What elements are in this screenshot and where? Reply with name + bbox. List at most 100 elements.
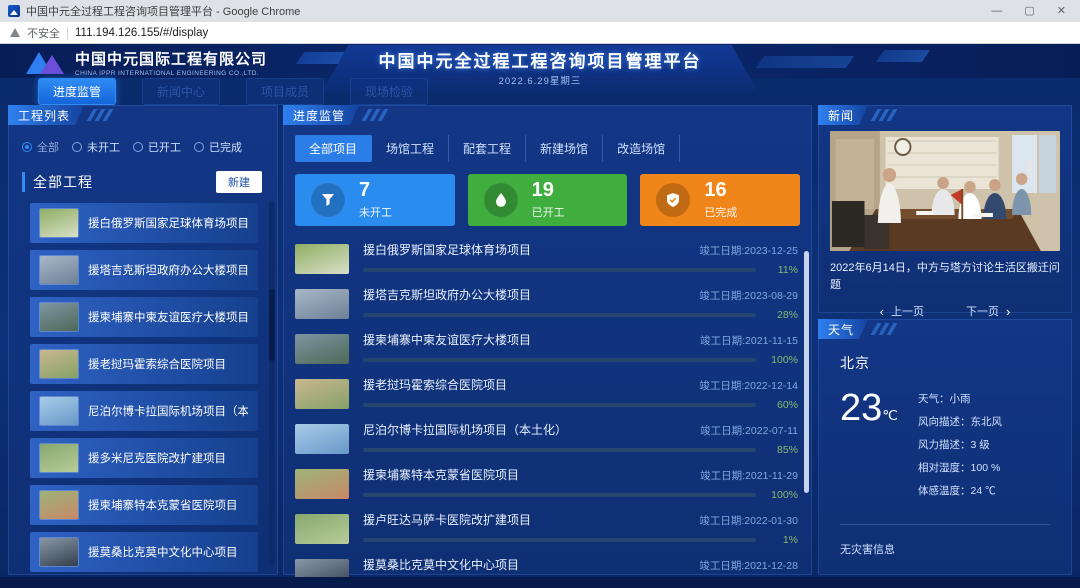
site-favicon-icon bbox=[8, 5, 20, 17]
completion-date: 竣工日期:2021-11-29 bbox=[700, 468, 798, 483]
progress-track bbox=[363, 538, 756, 542]
completion-date: 竣工日期:2022-12-14 bbox=[699, 378, 798, 393]
completion-date: 竣工日期:2022-07-11 bbox=[700, 423, 798, 438]
progress-row[interactable]: 援卢旺达马萨卡医院改扩建项目 竣工日期:2022-01-30 1% bbox=[283, 506, 812, 551]
project-name: 援莫桑比克莫中文化中心项目 bbox=[88, 544, 238, 560]
tab[interactable]: 场馆工程 bbox=[372, 135, 449, 162]
close-icon[interactable]: ✕ bbox=[1057, 0, 1066, 22]
progress-row[interactable]: 援塔吉克斯坦政府办公大楼项目 竣工日期:2023-08-29 28% bbox=[283, 281, 812, 326]
security-label[interactable]: 不安全 bbox=[27, 25, 60, 41]
chevron-left-icon: ‹ bbox=[880, 304, 884, 319]
project-list-scrollbar[interactable] bbox=[269, 201, 275, 565]
nav-button[interactable]: 项目成员 bbox=[246, 78, 324, 105]
tab[interactable]: 改造场馆 bbox=[603, 135, 680, 162]
scrollbar-thumb[interactable] bbox=[269, 289, 275, 361]
disaster-info: 无灾害信息 bbox=[840, 541, 1050, 557]
project-name: 援塔吉克斯坦政府办公大楼项目 bbox=[88, 262, 248, 278]
progress-row[interactable]: 援老挝玛霍索综合医院项目 竣工日期:2022-12-14 60% bbox=[283, 371, 812, 416]
header-decor bbox=[876, 50, 930, 62]
project-list-item[interactable]: 援柬埔寨中柬友谊医疗大楼项目 bbox=[30, 297, 258, 337]
progress-row[interactable]: 援莫桑比克莫中文化中心项目 竣工日期:2021-12-28 97% bbox=[283, 551, 812, 588]
news-prev-button[interactable]: ‹ 上一页 bbox=[880, 303, 924, 319]
stat-label: 未开工 bbox=[359, 204, 392, 220]
stat-card-not-started[interactable]: 7 未开工 bbox=[295, 174, 455, 226]
status-filter-radio[interactable]: 已开工 bbox=[133, 139, 181, 155]
weather-detail-line: 风力描述：3 级 bbox=[918, 437, 1002, 452]
new-project-button[interactable]: 新建 bbox=[216, 171, 262, 193]
status-filter-radio[interactable]: 未开工 bbox=[72, 139, 120, 155]
maximize-icon[interactable]: ▢ bbox=[1024, 0, 1034, 22]
project-name: 援白俄罗斯国家足球体育场项目 bbox=[363, 241, 531, 258]
progress-track bbox=[363, 268, 756, 272]
progress-row[interactable]: 援白俄罗斯国家足球体育场项目 竣工日期:2023-12-25 11% bbox=[283, 236, 812, 281]
browser-urlbar[interactable]: 不安全 111.194.126.155/#/display bbox=[0, 22, 1080, 44]
news-next-button[interactable]: 下一页 › bbox=[966, 303, 1010, 319]
project-thumbnail bbox=[40, 538, 78, 566]
platform-title: 中国中元全过程工程咨询项目管理平台 bbox=[379, 47, 702, 72]
news-prev-label: 上一页 bbox=[891, 303, 924, 319]
progress-track bbox=[363, 403, 756, 407]
stat-card-completed[interactable]: 16 已完成 bbox=[640, 174, 800, 226]
project-thumbnail bbox=[40, 209, 78, 237]
panel-title-tag: 工程列表 bbox=[8, 105, 84, 125]
project-thumbnail bbox=[295, 334, 349, 364]
progress-percent: 28% bbox=[764, 309, 798, 321]
news-photo[interactable] bbox=[830, 131, 1060, 251]
news-next-label: 下一页 bbox=[966, 303, 999, 319]
nav-button[interactable]: 现场检验 bbox=[350, 78, 428, 105]
progress-rows: 援白俄罗斯国家足球体育场项目 竣工日期:2023-12-25 11% bbox=[283, 236, 812, 588]
project-list-item[interactable]: 援莫桑比克莫中文化中心项目 bbox=[30, 532, 258, 572]
project-list: 援白俄罗斯国家足球体育场项目 援塔吉克斯坦政府办公大楼项目 援柬埔寨中柬友谊医疗… bbox=[30, 203, 258, 572]
weather-temperature: 23 bbox=[840, 387, 882, 429]
progress-row[interactable]: 援柬埔寨中柬友谊医疗大楼项目 竣工日期:2021-11-15 100% bbox=[283, 326, 812, 371]
project-name: 尼泊尔博卡拉国际机场项目（本土化） bbox=[363, 421, 567, 438]
project-name: 援柬埔寨特本克蒙省医院项目 bbox=[363, 466, 519, 483]
tag-decor bbox=[365, 109, 385, 121]
stat-value: 16 bbox=[704, 180, 737, 200]
project-thumbnail bbox=[40, 491, 78, 519]
project-thumbnail bbox=[295, 559, 349, 588]
completion-date: 竣工日期:2021-12-28 bbox=[699, 558, 798, 573]
project-list-item[interactable]: 尼泊尔博卡拉国际机场项目（本土化） bbox=[30, 391, 258, 431]
progress-row[interactable]: 尼泊尔博卡拉国际机场项目（本土化） 竣工日期:2022-07-11 85% bbox=[283, 416, 812, 461]
nav-button[interactable]: 新闻中心 bbox=[142, 78, 220, 105]
progress-row[interactable]: 援柬埔寨特本克蒙省医院项目 竣工日期:2021-11-29 100% bbox=[283, 461, 812, 506]
url-text[interactable]: 111.194.126.155/#/display bbox=[75, 27, 208, 39]
progress-percent: 11% bbox=[764, 264, 798, 276]
completion-date: 竣工日期:2023-12-25 bbox=[699, 243, 798, 258]
tab[interactable]: 全部项目 bbox=[295, 135, 372, 162]
company-name-en: CHINA IPPR INTERNATIONAL ENGINEERING CO.… bbox=[75, 70, 267, 77]
section-header: 全部工程 新建 bbox=[22, 171, 262, 193]
progress-percent: 60% bbox=[764, 399, 798, 411]
project-name: 援柬埔寨中柬友谊医疗大楼项目 bbox=[88, 309, 248, 325]
tag-decor bbox=[874, 323, 894, 335]
project-list-item[interactable]: 援白俄罗斯国家足球体育场项目 bbox=[30, 203, 258, 243]
status-filter-radio[interactable]: 全部 bbox=[22, 139, 59, 155]
project-thumbnail bbox=[295, 244, 349, 274]
progress-track bbox=[363, 583, 756, 587]
weather-detail-line: 天气：小雨 bbox=[918, 391, 1002, 406]
progress-list-scrollbar[interactable] bbox=[804, 251, 809, 493]
company-logo-icon bbox=[26, 50, 66, 76]
tab[interactable]: 新建场馆 bbox=[526, 135, 603, 162]
insecure-warning-icon[interactable] bbox=[10, 28, 20, 37]
header-decor bbox=[756, 56, 854, 68]
project-list-item[interactable]: 援老挝玛霍索综合医院项目 bbox=[30, 344, 258, 384]
minimize-icon[interactable]: — bbox=[991, 0, 1002, 22]
section-title: 全部工程 bbox=[22, 172, 93, 192]
project-thumbnail bbox=[40, 350, 78, 378]
project-list-item[interactable]: 援多米尼克医院改扩建项目 bbox=[30, 438, 258, 478]
status-filter-radio[interactable]: 已完成 bbox=[194, 139, 242, 155]
progress-track bbox=[363, 493, 756, 497]
stat-card-started[interactable]: 19 已开工 bbox=[468, 174, 628, 226]
project-list-item[interactable]: 援柬埔寨特本克蒙省医院项目 bbox=[30, 485, 258, 525]
tab[interactable]: 配套工程 bbox=[449, 135, 526, 162]
nav-button[interactable]: 进度监管 bbox=[38, 78, 116, 105]
stat-label: 已开工 bbox=[532, 204, 565, 220]
project-list-item[interactable]: 援塔吉克斯坦政府办公大楼项目 bbox=[30, 250, 258, 290]
company-name-cn: 中国中元国际工程有限公司 bbox=[75, 48, 267, 69]
project-thumbnail bbox=[295, 469, 349, 499]
progress-track bbox=[363, 313, 756, 317]
weather-detail-line: 体感温度：24 ℃ bbox=[918, 483, 1002, 498]
progress-percent: 1% bbox=[764, 534, 798, 546]
